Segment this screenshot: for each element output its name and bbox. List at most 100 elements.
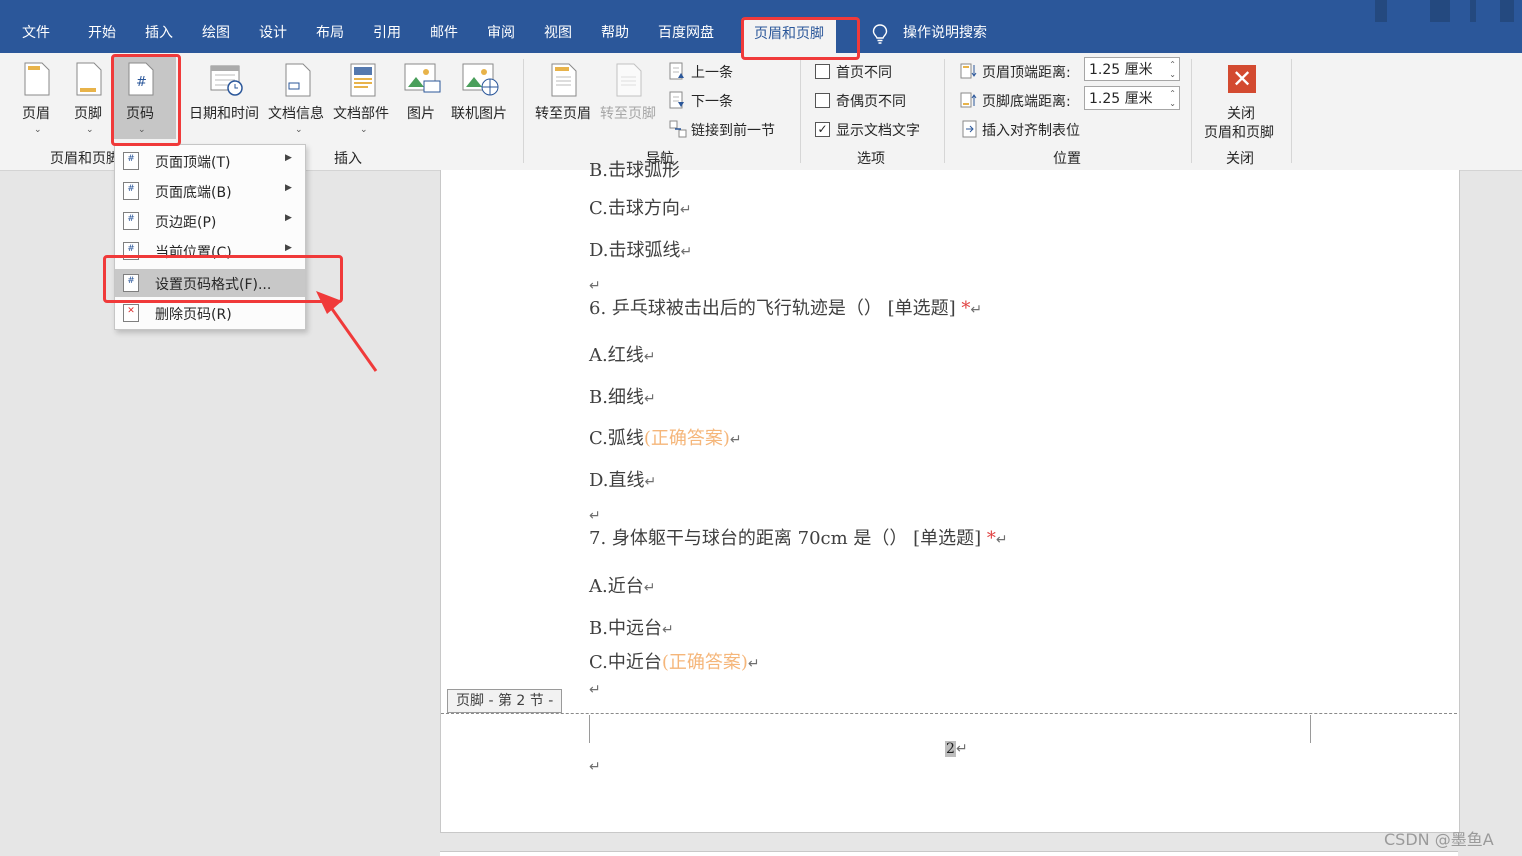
empty-paragraph: ↵ [589, 678, 601, 699]
group-separator [1191, 59, 1192, 163]
previous-button[interactable]: 上一条 [691, 62, 733, 82]
doc-line-text: C.击球方向 [589, 198, 680, 219]
online-picture-icon [462, 63, 499, 96]
footer-button[interactable]: 页脚 [74, 103, 102, 123]
submenu-arrow-icon: ▶ [285, 213, 292, 223]
doc-line: B.中远台↵ [589, 614, 674, 640]
doc-line-text: A.红线 [589, 345, 644, 366]
footer-from-bottom-spinner[interactable]: 1.25 厘米 ⌃ ⌄ [1084, 86, 1180, 110]
doc-line-text: 7. 身体躯干与球台的距离 70cm 是（） [单选题] [589, 528, 987, 549]
page-margins-icon: # [123, 212, 139, 230]
quick-parts-button[interactable]: 文档部件 [333, 103, 389, 123]
title-decoration [1430, 0, 1450, 22]
show-document-text-checkbox[interactable]: ✓ [815, 122, 830, 137]
doc-line: C.弧线(正确答案)↵ [589, 424, 742, 450]
spin-up-icon[interactable]: ⌃ [1169, 90, 1176, 98]
submenu-arrow-icon: ▶ [285, 243, 292, 253]
group-separator [523, 59, 524, 163]
insert-alignment-tab-button[interactable]: 插入对齐制表位 [982, 120, 1080, 140]
quick-parts-icon [350, 63, 376, 97]
remove-page-numbers-icon: ✕ [123, 304, 139, 322]
doc-line: C.击球方向↵ [589, 194, 692, 220]
paragraph-mark: ↵ [661, 622, 674, 638]
group-label-options: 选项 [857, 151, 885, 167]
previous-icon [669, 62, 684, 80]
doc-line: A.红线↵ [589, 341, 655, 367]
paragraph-mark: ↵ [589, 682, 601, 698]
doc-line-text: D.直线 [589, 470, 645, 491]
menu-item-remove-page-numbers[interactable]: ✕ 删除页码(R) [115, 299, 305, 327]
spin-down-icon[interactable]: ⌄ [1169, 100, 1176, 108]
group-separator [944, 59, 945, 163]
doc-line-text: B.中远台 [589, 618, 662, 639]
document-page[interactable]: B.击球弧形 C.击球方向↵ D.击球弧线↵ ↵ 6. 乒乓球被击出后的飞行轨迹是（）… [440, 160, 1460, 833]
tab-home[interactable]: 开始 [88, 23, 116, 43]
tab-mailings[interactable]: 邮件 [430, 23, 458, 43]
tab-view[interactable]: 视图 [544, 23, 572, 43]
document-info-icon [285, 63, 311, 97]
tab-references[interactable]: 引用 [373, 23, 401, 43]
tab-insert[interactable]: 插入 [145, 23, 173, 43]
paragraph-mark: ↵ [643, 349, 656, 365]
tab-file[interactable]: 文件 [22, 23, 50, 43]
title-decoration [1375, 0, 1387, 22]
footer-icon [76, 62, 102, 96]
goto-header-icon [551, 63, 577, 97]
close-button-line1[interactable]: 关闭 [1227, 103, 1255, 123]
doc-line: B.细线↵ [589, 383, 656, 409]
next-button[interactable]: 下一条 [691, 91, 733, 111]
paragraph-mark: ↵ [643, 391, 656, 407]
chevron-down-icon: ⌄ [295, 125, 303, 135]
spin-down-icon[interactable]: ⌄ [1169, 71, 1176, 79]
annotation-box-page-number [111, 54, 181, 146]
group-separator [1291, 59, 1292, 163]
different-first-page-label: 首页不同 [836, 65, 892, 81]
goto-footer-button[interactable]: 转至页脚 [600, 103, 656, 123]
group-label-header-footer: 页眉和页脚 [50, 151, 120, 167]
paragraph-mark: ↵ [679, 202, 692, 218]
date-time-button[interactable]: 日期和时间 [189, 103, 259, 123]
paragraph-mark: ↵ [970, 302, 983, 318]
tab-review[interactable]: 审阅 [487, 23, 515, 43]
pictures-button[interactable]: 图片 [407, 103, 435, 123]
paragraph-mark: ↵ [589, 508, 601, 524]
menu-item-page-margins[interactable]: # 页边距(P) ▶ [115, 207, 305, 235]
doc-line-text: 6. 乒乓球被击出后的飞行轨迹是（） [单选题] [589, 298, 962, 319]
next-page-top [440, 851, 1458, 856]
different-odd-even-checkbox[interactable] [815, 93, 830, 108]
doc-line: 7. 身体躯干与球台的距离 70cm 是（） [单选题] *↵ [589, 524, 1008, 550]
online-pictures-button[interactable]: 联机图片 [451, 103, 507, 123]
paragraph-mark: ↵ [589, 278, 601, 294]
page-number-field[interactable]: 2 [945, 741, 956, 757]
tab-help[interactable]: 帮助 [601, 23, 629, 43]
header-button[interactable]: 页眉 [22, 103, 50, 123]
tab-draw[interactable]: 绘图 [202, 23, 230, 43]
footer-from-bottom-label: 页脚底端距离: [982, 94, 1071, 110]
doc-line: C.中近台(正确答案)↵ [589, 648, 760, 674]
empty-paragraph: ↵ [589, 504, 601, 525]
tab-baidu-netdisk[interactable]: 百度网盘 [658, 23, 714, 43]
menu-item-top-of-page[interactable]: # 页面顶端(T) ▶ [115, 147, 305, 175]
doc-line-text: D.击球弧线 [589, 240, 681, 261]
submenu-arrow-icon: ▶ [285, 183, 292, 193]
tab-design[interactable]: 设计 [259, 23, 287, 43]
close-header-footer-button[interactable]: 页眉和页脚 [1204, 122, 1274, 142]
goto-footer-icon [616, 63, 642, 97]
tab-layout[interactable]: 布局 [316, 23, 344, 43]
document-info-button[interactable]: 文档信息 [268, 103, 324, 123]
tell-me-search[interactable]: 操作说明搜索 [903, 23, 987, 43]
goto-header-button[interactable]: 转至页眉 [535, 103, 591, 123]
correct-answer-label: (正确答案) [643, 428, 730, 449]
menu-item-bottom-of-page[interactable]: # 页面底端(B) ▶ [115, 177, 305, 205]
doc-line: A.近台↵ [589, 572, 655, 598]
chevron-down-icon: ⌄ [86, 125, 94, 135]
footer-position-icon [960, 92, 977, 108]
different-odd-even-label: 奇偶页不同 [836, 94, 906, 110]
different-first-page-checkbox[interactable] [815, 64, 830, 79]
doc-line: D.直线↵ [589, 466, 656, 492]
required-asterisk: * [986, 528, 996, 549]
close-icon: ✕ [1228, 65, 1256, 93]
link-to-previous-button[interactable]: 链接到前一节 [691, 120, 775, 140]
header-from-top-spinner[interactable]: 1.25 厘米 ⌃ ⌄ [1084, 57, 1180, 81]
spin-up-icon[interactable]: ⌃ [1169, 61, 1176, 69]
